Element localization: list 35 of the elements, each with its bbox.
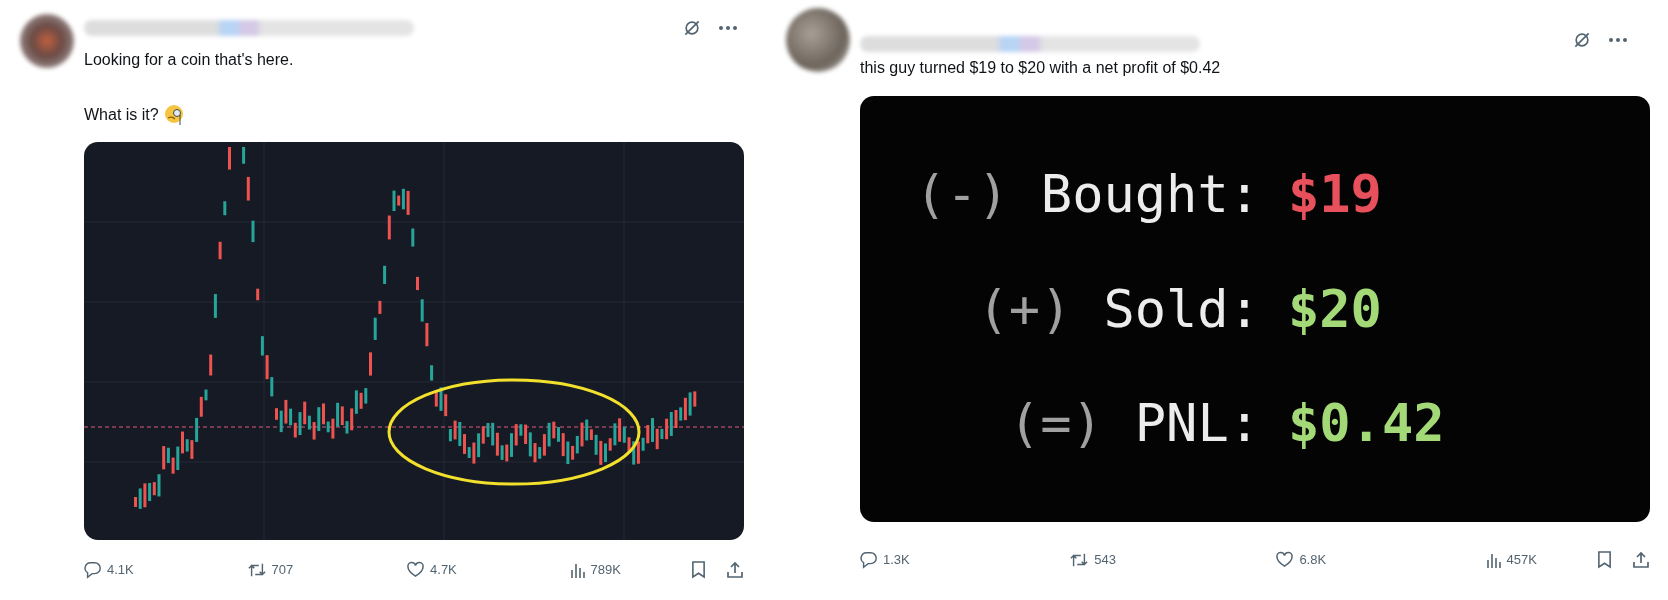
views-count: 789K <box>590 562 621 577</box>
reply-count: 1.3K <box>883 552 910 567</box>
reply-icon[interactable] <box>860 550 878 569</box>
sign-text: (-) <box>914 163 1009 226</box>
amount-text: $20 <box>1288 277 1383 341</box>
views-icon[interactable] <box>569 561 586 578</box>
like-icon[interactable] <box>1275 551 1295 568</box>
like-count: 4.7K <box>430 562 457 577</box>
avatar[interactable] <box>786 8 850 72</box>
amount-text: $0.42 <box>1288 392 1445 455</box>
post-text: this guy turned $19 to $20 with a net profit of $0.42 <box>860 58 1221 78</box>
label-text: PNL: <box>1134 392 1260 455</box>
bookmark-icon[interactable] <box>1597 550 1612 569</box>
like-count: 6.8K <box>1299 552 1327 567</box>
bookmark-icon[interactable] <box>691 560 706 579</box>
monocle-face-icon <box>163 104 184 126</box>
share-icon[interactable] <box>726 560 744 579</box>
post-text: Looking for a coin that's here. <box>84 50 294 70</box>
amount-text: $19 <box>1288 163 1383 226</box>
more-icon[interactable] <box>718 25 738 31</box>
more-icon[interactable] <box>1608 37 1628 43</box>
like-icon[interactable] <box>406 561 426 578</box>
avatar[interactable] <box>20 14 74 68</box>
label-text: Sold: <box>1103 277 1260 341</box>
repost-count: 707 <box>271 562 294 577</box>
sign-text: (+) <box>977 277 1072 341</box>
sign-text: (=) <box>1008 392 1103 455</box>
post-text: What is it? <box>84 105 159 125</box>
views-count: 457K <box>1506 552 1537 567</box>
repost-count: 543 <box>1094 552 1116 567</box>
share-icon[interactable] <box>1632 550 1650 569</box>
label-text: Bought: <box>1040 163 1260 226</box>
reply-icon[interactable] <box>84 560 102 579</box>
views-icon[interactable] <box>1485 551 1502 568</box>
reply-count: 4.1K <box>107 562 134 577</box>
